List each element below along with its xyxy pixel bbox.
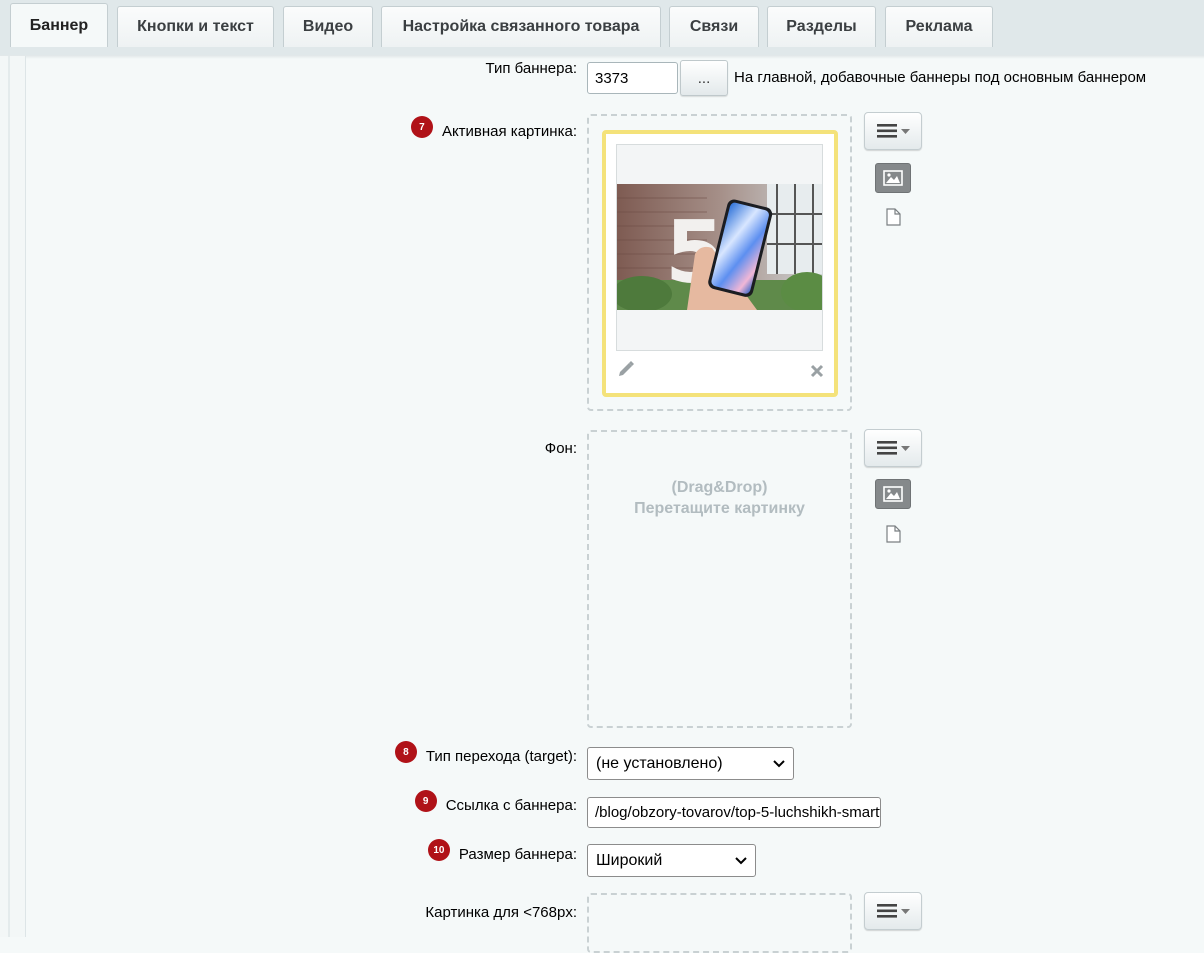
image-icon bbox=[883, 170, 903, 186]
hint-badge[interactable]: 7 bbox=[410, 116, 433, 138]
background-dropzone[interactable]: (Drag&Drop) Перетащите картинку bbox=[587, 430, 852, 728]
link-input[interactable]: /blog/obzory-tovarov/top-5-luchshikh-sma… bbox=[587, 797, 881, 828]
banner-type-input[interactable]: 3373 bbox=[587, 62, 678, 94]
tab-bar: Баннер Кнопки и текст Видео Настройка св… bbox=[0, 0, 1204, 59]
mobile-image-label: Картинка для <768px: bbox=[425, 903, 577, 921]
dropzone-hint: (Drag&Drop) Перетащите картинку bbox=[634, 479, 805, 517]
caret-down-icon bbox=[900, 908, 910, 914]
pencil-icon[interactable] bbox=[617, 360, 635, 378]
hamburger-icon bbox=[876, 904, 897, 918]
tab-buttons-and-text[interactable]: Кнопки и текст bbox=[117, 6, 274, 47]
banner-image: 5 bbox=[617, 184, 822, 310]
target-select[interactable]: (не установлено) bbox=[587, 747, 794, 780]
hint-badge[interactable]: 10 bbox=[427, 839, 450, 861]
active-image-image-button[interactable] bbox=[875, 163, 911, 193]
caret-down-icon bbox=[900, 445, 910, 451]
active-image-label: 7 Активная картинка: bbox=[410, 116, 577, 145]
size-select[interactable]: Широкий bbox=[587, 844, 756, 877]
banner-type-description: На главной, добавочные баннеры под основ… bbox=[734, 69, 1147, 86]
background-label: Фон: bbox=[544, 439, 577, 457]
hamburger-icon bbox=[876, 124, 897, 138]
background-image-button[interactable] bbox=[875, 479, 911, 509]
tab-banner[interactable]: Баннер bbox=[10, 3, 108, 47]
banner-type-label: Тип баннера: bbox=[485, 59, 577, 77]
active-image-preview: 5 bbox=[602, 130, 838, 397]
mobile-image-dropzone[interactable] bbox=[587, 893, 852, 953]
size-label: 10 Размер баннера: bbox=[427, 839, 577, 868]
active-image-dropzone[interactable]: 5 bbox=[587, 114, 852, 411]
target-label: 8 Тип перехода (target): bbox=[394, 741, 577, 770]
hint-badge[interactable]: 8 bbox=[394, 741, 417, 763]
left-edge-bar bbox=[0, 56, 26, 937]
file-icon[interactable] bbox=[886, 525, 901, 543]
active-image-menu-button[interactable] bbox=[864, 112, 922, 150]
tab-video[interactable]: Видео bbox=[283, 6, 373, 47]
tab-links[interactable]: Связи bbox=[669, 6, 759, 47]
hamburger-icon bbox=[876, 441, 897, 455]
file-icon[interactable] bbox=[886, 208, 901, 226]
close-icon[interactable] bbox=[810, 364, 824, 378]
tab-advertising[interactable]: Реклама bbox=[885, 6, 993, 47]
image-thumbnail-frame: 5 bbox=[616, 144, 823, 351]
chevron-down-icon bbox=[773, 759, 785, 767]
hint-badge[interactable]: 9 bbox=[414, 790, 437, 812]
banner-type-select-button[interactable]: ... bbox=[680, 60, 728, 96]
caret-down-icon bbox=[900, 128, 910, 134]
link-label: 9 Ссылка с баннера: bbox=[414, 790, 577, 819]
image-icon bbox=[883, 486, 903, 502]
chevron-down-icon bbox=[735, 856, 747, 864]
mobile-image-menu-button[interactable] bbox=[864, 892, 922, 930]
tab-related-product[interactable]: Настройка связанного товара bbox=[381, 6, 661, 47]
background-menu-button[interactable] bbox=[864, 429, 922, 467]
tab-sections[interactable]: Разделы bbox=[767, 6, 876, 47]
